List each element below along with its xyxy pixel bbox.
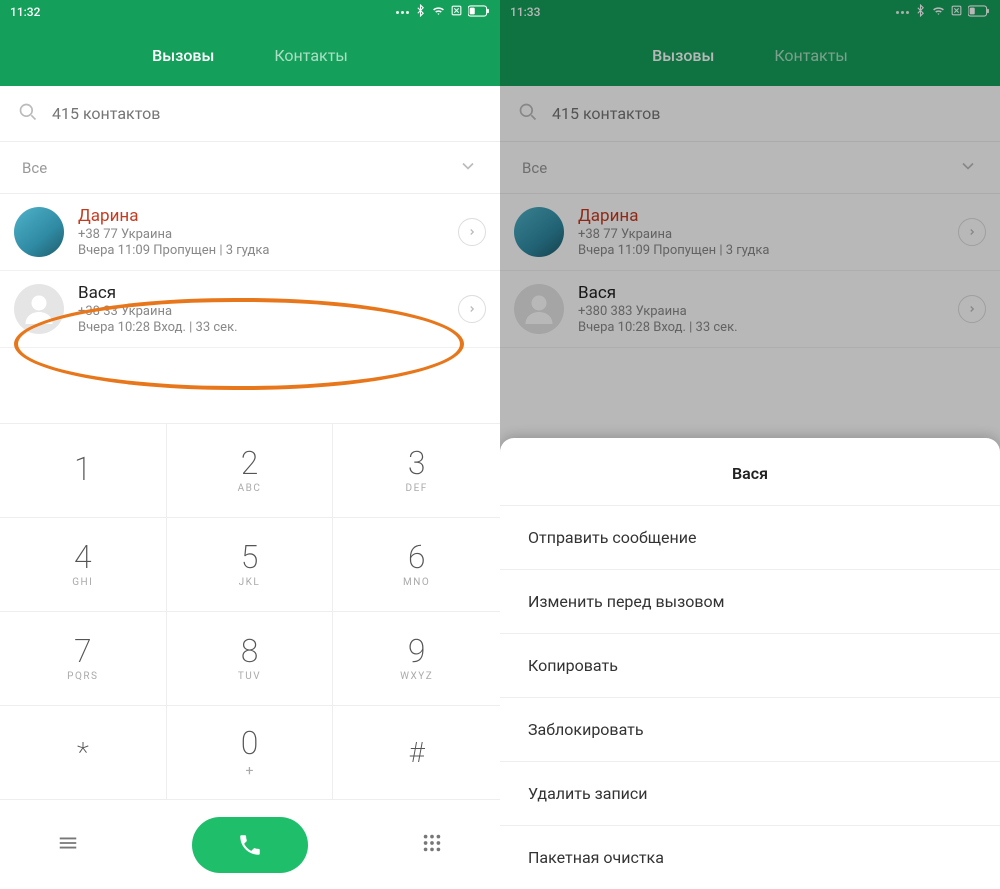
more-icon — [396, 11, 409, 14]
wifi-icon — [932, 4, 945, 20]
dialpad-bottom-bar — [0, 799, 500, 889]
bluetooth-icon — [414, 4, 427, 20]
key-hash[interactable]: # — [333, 705, 500, 799]
status-bar: 11:33 — [500, 0, 1000, 24]
filter-bar[interactable]: Все — [0, 142, 500, 194]
menu-delete-entries[interactable]: Удалить записи — [500, 761, 1000, 825]
bluetooth-icon — [914, 4, 927, 20]
call-list: Дарина +38 77 Украина Вчера 11:09 Пропущ… — [500, 194, 1000, 348]
phone-right: 11:33 Вызовы Контакты Все Дарина +38 77 … — [500, 0, 1000, 889]
key-5[interactable]: 5JKL — [167, 517, 334, 611]
tab-calls[interactable]: Вызовы — [652, 46, 714, 65]
search-bar[interactable] — [500, 86, 1000, 142]
more-icon — [896, 11, 909, 14]
search-icon — [518, 102, 538, 126]
filter-bar[interactable]: Все — [500, 142, 1000, 194]
call-name: Дарина — [578, 206, 958, 226]
avatar — [514, 284, 564, 334]
tab-contacts[interactable]: Контакты — [774, 46, 847, 65]
call-info: Вчера 11:09 Пропущен | 3 гудка — [578, 243, 958, 258]
avatar — [514, 207, 564, 257]
detail-button[interactable] — [958, 218, 986, 246]
call-info: Вчера 10:28 Вход. | 33 сек. — [78, 320, 458, 335]
detail-button[interactable] — [458, 218, 486, 246]
call-info: Вчера 10:28 Вход. | 33 сек. — [578, 320, 958, 335]
key-8[interactable]: 8TUV — [167, 611, 334, 705]
search-bar[interactable] — [0, 86, 500, 142]
status-time: 11:32 — [10, 5, 40, 19]
no-sim-icon — [950, 4, 963, 20]
key-star[interactable]: * — [0, 705, 167, 799]
key-6[interactable]: 6MNO — [333, 517, 500, 611]
key-3[interactable]: 3DEF — [333, 423, 500, 517]
menu-icon[interactable] — [57, 832, 79, 858]
menu-copy[interactable]: Копировать — [500, 633, 1000, 697]
menu-title: Вася — [500, 438, 1000, 505]
menu-send-message[interactable]: Отправить сообщение — [500, 505, 1000, 569]
phone-left: 11:32 Вызовы Контакты Все Дарина +38 77 … — [0, 0, 500, 889]
call-button[interactable] — [192, 817, 308, 873]
battery-icon — [468, 5, 490, 20]
detail-button[interactable] — [958, 295, 986, 323]
dialpad-keys: 1 2ABC 3DEF 4GHI 5JKL 6MNO 7PQRS 8TUV 9W… — [0, 423, 500, 799]
battery-icon — [968, 5, 990, 20]
search-icon — [18, 102, 38, 126]
chevron-down-icon — [458, 156, 478, 180]
call-number: +38 33 Украина — [78, 304, 458, 319]
status-icons — [396, 4, 490, 20]
call-number: +38 77 Украина — [578, 227, 958, 242]
key-7[interactable]: 7PQRS — [0, 611, 167, 705]
menu-batch-clear[interactable]: Пакетная очистка — [500, 825, 1000, 889]
call-info: Вчера 11:09 Пропущен | 3 гудка — [78, 243, 458, 258]
status-icons — [896, 4, 990, 20]
status-bar: 11:32 — [0, 0, 500, 24]
key-4[interactable]: 4GHI — [0, 517, 167, 611]
call-name: Дарина — [78, 206, 458, 226]
keypad-icon[interactable] — [421, 832, 443, 858]
tab-contacts[interactable]: Контакты — [274, 46, 347, 65]
call-row[interactable]: Вася +380 383 Украина Вчера 10:28 Вход. … — [500, 271, 1000, 348]
chevron-down-icon — [958, 156, 978, 180]
key-9[interactable]: 9WXYZ — [333, 611, 500, 705]
key-1[interactable]: 1 — [0, 423, 167, 517]
avatar — [14, 207, 64, 257]
call-name: Вася — [78, 283, 458, 303]
avatar — [14, 284, 64, 334]
call-list: Дарина +38 77 Украина Вчера 11:09 Пропущ… — [0, 194, 500, 348]
filter-label: Все — [22, 159, 47, 177]
context-menu: Вася Отправить сообщение Изменить перед … — [500, 438, 1000, 889]
call-row[interactable]: Дарина +38 77 Украина Вчера 11:09 Пропущ… — [0, 194, 500, 271]
search-input[interactable] — [52, 104, 482, 123]
menu-block[interactable]: Заблокировать — [500, 697, 1000, 761]
header-tabs: Вызовы Контакты — [0, 24, 500, 86]
wifi-icon — [432, 4, 445, 20]
key-2[interactable]: 2ABC — [167, 423, 334, 517]
header-tabs: Вызовы Контакты — [500, 24, 1000, 86]
key-0[interactable]: 0+ — [167, 705, 334, 799]
status-time: 11:33 — [510, 5, 540, 19]
menu-edit-before-call[interactable]: Изменить перед вызовом — [500, 569, 1000, 633]
call-row[interactable]: Вася +38 33 Украина Вчера 10:28 Вход. | … — [0, 271, 500, 348]
call-name: Вася — [578, 283, 958, 303]
detail-button[interactable] — [458, 295, 486, 323]
call-row[interactable]: Дарина +38 77 Украина Вчера 11:09 Пропущ… — [500, 194, 1000, 271]
search-input[interactable] — [552, 104, 982, 123]
call-number: +38 77 Украина — [78, 227, 458, 242]
dialpad: 1 2ABC 3DEF 4GHI 5JKL 6MNO 7PQRS 8TUV 9W… — [0, 423, 500, 889]
no-sim-icon — [450, 4, 463, 20]
call-number: +380 383 Украина — [578, 304, 958, 319]
filter-label: Все — [522, 159, 547, 177]
tab-calls[interactable]: Вызовы — [152, 46, 214, 65]
